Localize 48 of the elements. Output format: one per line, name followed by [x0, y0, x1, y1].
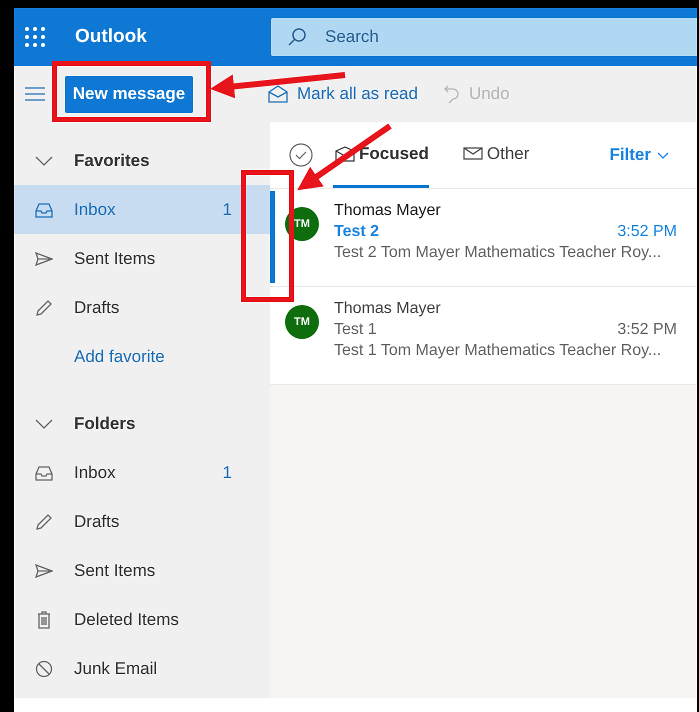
- unread-count: 1: [222, 200, 232, 220]
- search-field[interactable]: Search: [271, 18, 697, 56]
- send-icon: [35, 250, 53, 266]
- message-time: 3:52 PM: [617, 321, 677, 339]
- envelope-icon: [335, 146, 355, 162]
- folder-item[interactable]: Inbox 1: [14, 448, 270, 497]
- folder-item[interactable]: Deleted Items: [14, 595, 270, 644]
- sender-name: Thomas Mayer: [334, 202, 442, 220]
- folder-item[interactable]: Drafts: [14, 283, 270, 332]
- add-favorite-link[interactable]: Add favorite: [74, 346, 165, 366]
- undo-icon: [444, 84, 460, 104]
- folder-item[interactable]: Junk Email: [14, 644, 270, 693]
- folder-item[interactable]: Sent Items: [14, 234, 270, 283]
- avatar: TM: [285, 305, 319, 339]
- inbox-icon: [35, 464, 53, 480]
- send-icon: [35, 562, 53, 578]
- pencil-icon: [35, 298, 53, 316]
- unread-count: 1: [222, 462, 232, 482]
- message-subject: Test 2: [334, 223, 380, 241]
- folder-item[interactable]: Drafts: [14, 497, 270, 546]
- inbox-icon: [35, 202, 53, 218]
- blocked-icon: [35, 660, 53, 678]
- filter-button[interactable]: Filter: [609, 145, 669, 165]
- trash-icon: [36, 610, 52, 628]
- message-time: 3:52 PM: [617, 223, 677, 241]
- new-message-button[interactable]: New message: [65, 76, 193, 112]
- sender-name: Thomas Mayer: [334, 300, 442, 318]
- chevron-icon: [657, 152, 669, 158]
- tab[interactable]: Focused: [333, 122, 429, 188]
- message-item[interactable]: TM Thomas Mayer Test 1 3:52 PM Test 1 Tom Mayer Mathematics Teacher Roy...: [270, 287, 697, 385]
- menu-icon[interactable]: [25, 87, 45, 101]
- section-header: Folders: [74, 414, 136, 434]
- envelope-icon: [268, 85, 288, 103]
- app-launcher-icon[interactable]: [25, 26, 46, 48]
- pencil-icon: [35, 512, 53, 530]
- section-header: Favorites: [74, 150, 150, 170]
- message-preview: Test 1 Tom Mayer Mathematics Teacher Roy...: [334, 342, 662, 360]
- app-title: Outlook: [75, 26, 148, 48]
- select-all-icon[interactable]: [289, 143, 313, 167]
- tab[interactable]: Other: [460, 122, 530, 188]
- message-item[interactable]: TM Thomas Mayer Test 2 3:52 PM Test 2 Tom Mayer Mathematics Teacher Roy...: [270, 189, 697, 287]
- message-preview: Test 2 Tom Mayer Mathematics Teacher Roy...: [334, 244, 662, 262]
- folder-item[interactable]: Sent Items: [14, 546, 270, 595]
- mark-all-read-button[interactable]: Mark all as read: [268, 84, 418, 104]
- folder-item[interactable]: Inbox 1: [14, 185, 270, 234]
- search-icon: [287, 27, 307, 47]
- envelope-icon: [462, 146, 483, 162]
- message-subject: Test 1: [334, 321, 377, 339]
